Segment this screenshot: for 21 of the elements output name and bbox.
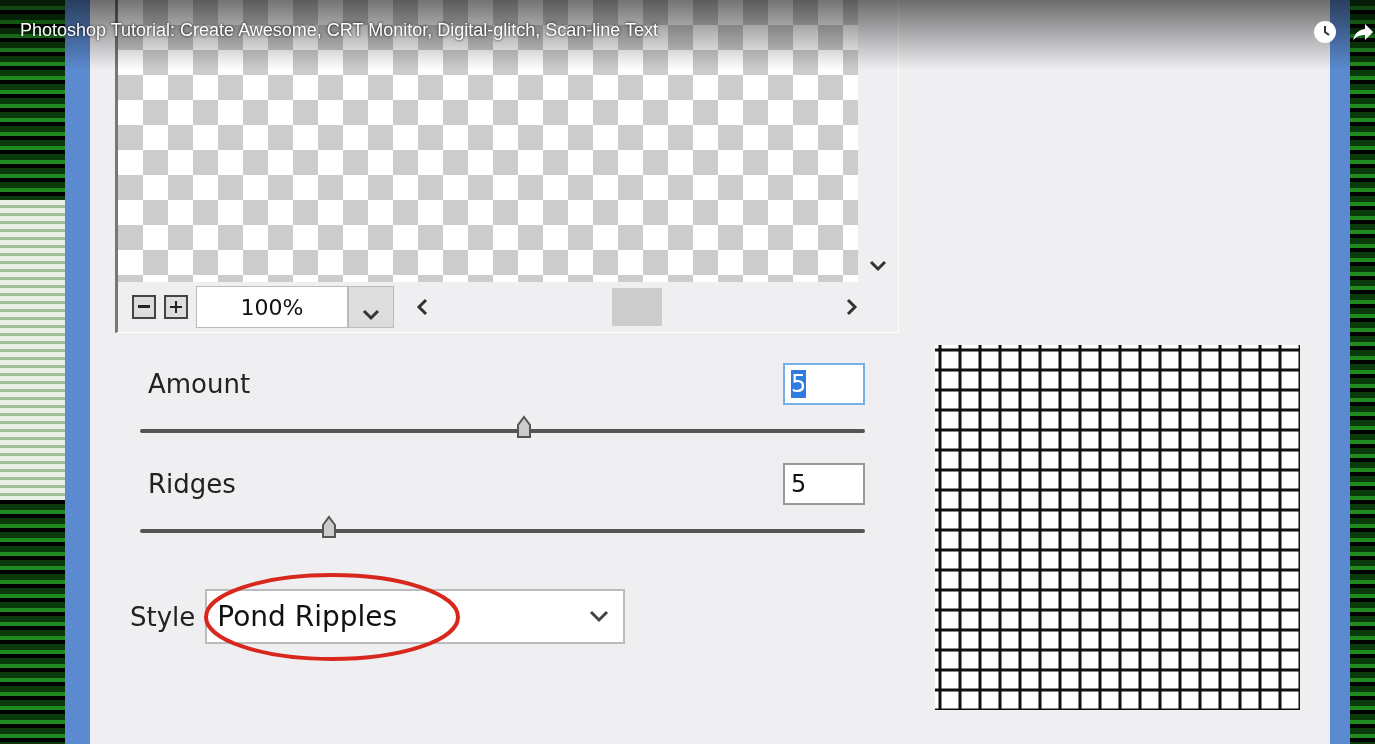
- parameter-label: Ridges: [148, 469, 236, 499]
- style-dropdown[interactable]: Pond Ripples: [205, 589, 626, 644]
- scroll-thumb[interactable]: [612, 288, 662, 326]
- parameter-label: Amount: [148, 369, 251, 399]
- minus-icon: [138, 305, 150, 309]
- style-label: Style: [130, 601, 196, 632]
- slider[interactable]: [140, 413, 865, 441]
- zoom-field[interactable]: 100%: [196, 286, 348, 328]
- plus-icon: [170, 301, 182, 313]
- scroll-left-icon[interactable]: [416, 298, 428, 316]
- zoom-in-button[interactable]: [164, 295, 188, 319]
- chevron-down-icon: [589, 609, 610, 624]
- chevron-down-icon: [362, 309, 380, 321]
- scroll-right-icon[interactable]: [846, 298, 858, 316]
- clock-icon[interactable]: [1313, 20, 1337, 44]
- scroll-down-icon[interactable]: [869, 260, 887, 272]
- zoom-dropdown-button[interactable]: [348, 286, 394, 328]
- value-field[interactable]: 5: [783, 463, 865, 505]
- zoom-out-button[interactable]: [132, 295, 156, 319]
- value-field[interactable]: 5: [783, 363, 865, 405]
- slider[interactable]: [140, 513, 865, 541]
